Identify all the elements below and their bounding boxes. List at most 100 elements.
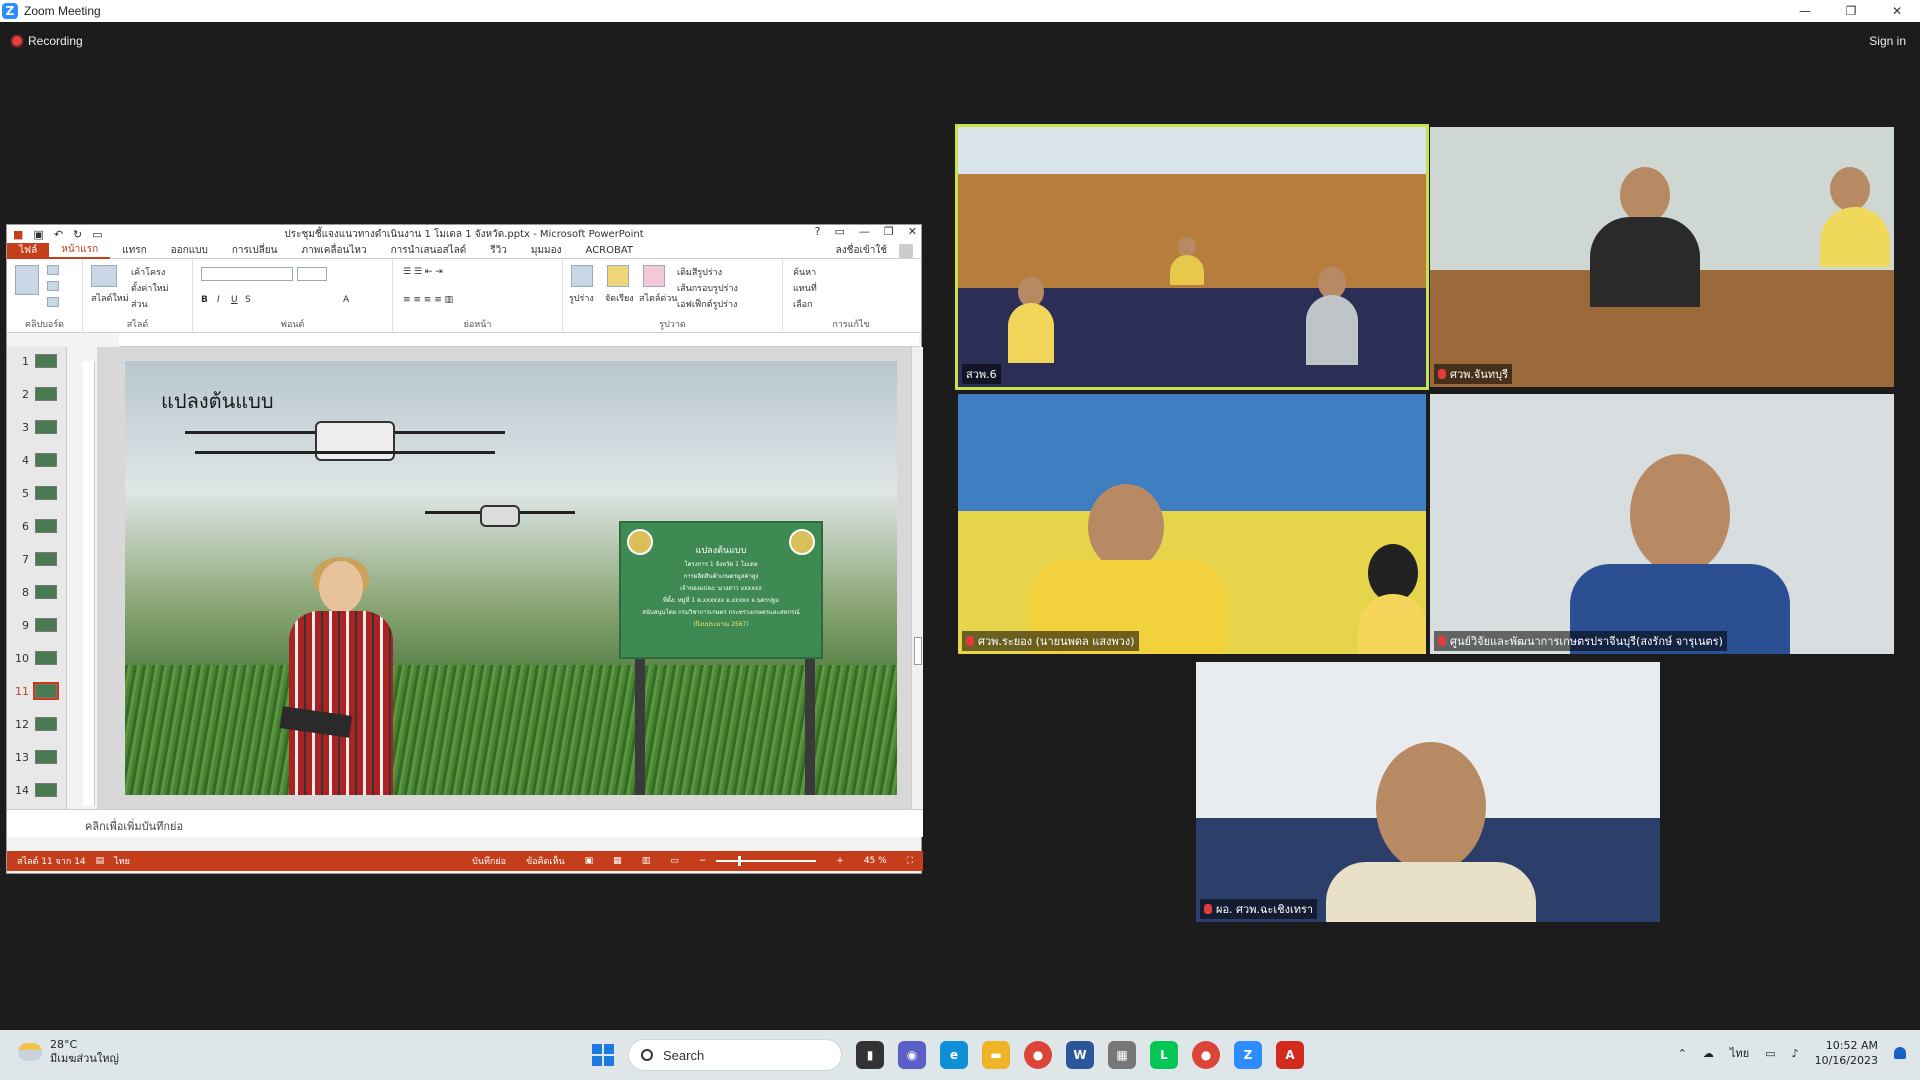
volume-icon[interactable]: ♪ <box>1792 1047 1799 1060</box>
shape-effects-button[interactable]: เอฟเฟ็กต์รูปร่าง <box>677 297 737 311</box>
weather-widget[interactable]: 28°C มีเมฆส่วนใหญ่ <box>18 1038 119 1066</box>
reading-view-icon[interactable]: ▥ <box>642 856 651 866</box>
slide-thumbnail[interactable]: 14 <box>11 780 63 800</box>
shapes-button[interactable]: รูปร่าง <box>569 291 594 305</box>
slide-thumbnail[interactable]: 1 <box>11 351 63 371</box>
slide-thumbnail[interactable]: 8 <box>11 582 63 602</box>
acrobat-icon[interactable]: A <box>1276 1041 1304 1069</box>
arrange-button[interactable]: จัดเรียง <box>605 291 634 305</box>
start-button[interactable] <box>592 1044 614 1066</box>
slide-thumbnail-active[interactable]: 11 <box>11 681 63 701</box>
taskbar-search[interactable]: Search <box>628 1039 842 1071</box>
align-buttons[interactable]: ≡ ≡ ≡ ≡ ▥ <box>403 295 453 305</box>
language-indicator[interactable]: ไทย <box>1730 1044 1749 1062</box>
tab-review[interactable]: รีวิว <box>478 243 519 258</box>
zoom-level[interactable]: 45 % <box>864 856 887 866</box>
tab-transitions[interactable]: การเปลี่ยน <box>220 243 290 258</box>
slide-thumbnail[interactable]: 9 <box>11 615 63 635</box>
sign-in-link[interactable]: ลงชื่อเข้าใช้ <box>824 243 899 258</box>
underline-button[interactable]: U <box>231 295 238 305</box>
ppt-restore-button[interactable]: ❐ <box>884 225 894 238</box>
ppt-close-button[interactable]: ✕ <box>908 225 917 238</box>
scrollbar-thumb[interactable] <box>914 637 922 665</box>
quick-styles-button[interactable]: สไตล์ด่วน <box>639 291 677 305</box>
video-tile[interactable]: ศูนย์วิจัยและพัฒนาการเกษตรปราจีนบุรี(สงร… <box>1430 394 1894 654</box>
copy-icon[interactable] <box>47 281 59 291</box>
slide-thumbnail[interactable]: 6 <box>11 516 63 536</box>
paste-icon[interactable] <box>15 265 39 295</box>
teams-chat-icon[interactable]: ◉ <box>898 1041 926 1069</box>
network-icon[interactable]: ▭ <box>1765 1047 1775 1060</box>
reset-button[interactable]: ตั้งค่าใหม่ <box>131 281 169 295</box>
slide-thumbnail[interactable]: 12 <box>11 714 63 734</box>
video-tile[interactable]: ศวพ.จันทบุรี <box>1430 127 1894 387</box>
slide-thumbnail[interactable]: 13 <box>11 747 63 767</box>
language-indicator[interactable]: ไทย <box>114 854 130 868</box>
comments-button[interactable]: ข้อคิดเห็น <box>526 854 565 868</box>
normal-view-icon[interactable]: ▣ <box>585 856 594 866</box>
word-icon[interactable]: W <box>1066 1041 1094 1069</box>
help-icon[interactable]: ? <box>815 225 821 238</box>
tab-slideshow[interactable]: การนำเสนอสไลด์ <box>379 243 479 258</box>
tab-animations[interactable]: ภาพเคลื่อนไหว <box>290 243 379 258</box>
select-button[interactable]: เลือก <box>793 297 812 311</box>
recording-indicator[interactable]: Recording <box>12 34 83 48</box>
find-button[interactable]: ค้นหา <box>793 265 816 279</box>
tab-file[interactable]: ไฟล์ <box>7 242 50 259</box>
network-app-icon[interactable]: ▦ <box>1108 1041 1136 1069</box>
slide-thumbnail[interactable]: 5 <box>11 483 63 503</box>
close-button[interactable]: ✕ <box>1874 0 1920 22</box>
slideshow-icon[interactable]: ▭ <box>670 856 679 866</box>
arrange-icon[interactable] <box>607 265 629 287</box>
video-tile[interactable]: ศวพ.ระยอง (นายนพดล แสงพวง) <box>958 394 1426 654</box>
tab-home[interactable]: หน้าแรก <box>49 243 111 259</box>
zoom-in-button[interactable]: + <box>836 856 844 866</box>
slide-thumbnail[interactable]: 7 <box>11 549 63 569</box>
zoom-app-icon[interactable]: Z <box>1234 1041 1262 1069</box>
user-avatar[interactable] <box>899 243 913 258</box>
font-color-button[interactable]: A <box>343 295 349 305</box>
sign-in-button[interactable]: Sign in <box>1869 34 1906 48</box>
font-name-select[interactable] <box>201 267 293 281</box>
section-button[interactable]: ส่วน <box>131 297 148 311</box>
slide-thumbnail[interactable]: 3 <box>11 417 63 437</box>
clock[interactable]: 10:52 AM 10/16/2023 <box>1815 1038 1878 1068</box>
maximize-button[interactable]: ❐ <box>1828 0 1874 22</box>
chrome-profile-icon[interactable]: ● <box>1192 1041 1220 1069</box>
zoom-out-button[interactable]: − <box>699 856 707 866</box>
new-slide-button[interactable]: สไลด์ใหม่ <box>91 291 129 305</box>
notes-button[interactable]: บันทึกย่อ <box>472 854 506 868</box>
zoom-slider[interactable] <box>716 856 817 866</box>
ribbon-display-icon[interactable]: ▭ <box>835 225 845 238</box>
new-slide-icon[interactable] <box>91 265 117 287</box>
spellcheck-icon[interactable]: ▤ <box>96 856 105 866</box>
tab-view[interactable]: มุมมอง <box>519 243 574 258</box>
bold-button[interactable]: B <box>201 295 208 305</box>
current-slide[interactable]: แปลงต้นแบบ แปลงต้นแบบ โครงการ 1 จังหวัด … <box>125 361 897 795</box>
font-size-select[interactable] <box>297 267 327 281</box>
slide-sorter-icon[interactable]: ▦ <box>613 856 622 866</box>
minimize-button[interactable]: — <box>1782 0 1828 22</box>
italic-button[interactable]: I <box>217 295 220 305</box>
tray-expand-icon[interactable]: ⌃ <box>1678 1047 1687 1060</box>
task-view-icon[interactable]: ▮ <box>856 1041 884 1069</box>
slide-thumbnail[interactable]: 4 <box>11 450 63 470</box>
bullets-button[interactable]: ☰ ☰ ⇤ ⇥ <box>403 267 443 277</box>
edge-browser-icon[interactable]: e <box>940 1041 968 1069</box>
ppt-minimize-button[interactable]: — <box>859 225 870 238</box>
file-explorer-icon[interactable]: ▬ <box>982 1041 1010 1069</box>
shapes-icon[interactable] <box>571 265 593 287</box>
video-tile[interactable]: ผอ. ศวพ.ฉะเชิงเทรา <box>1196 662 1660 922</box>
slide-thumbnail[interactable]: 2 <box>11 384 63 404</box>
notification-icon[interactable] <box>1894 1047 1906 1059</box>
line-app-icon[interactable]: L <box>1150 1041 1178 1069</box>
onedrive-icon[interactable]: ☁ <box>1703 1047 1714 1060</box>
chrome-icon[interactable]: ● <box>1024 1041 1052 1069</box>
shape-fill-button[interactable]: เติมสีรูปร่าง <box>677 265 722 279</box>
replace-button[interactable]: แทนที่ <box>793 281 817 295</box>
slide-scrollbar[interactable] <box>911 347 923 809</box>
fit-slide-icon[interactable]: ⛶ <box>907 856 913 866</box>
tab-design[interactable]: ออกแบบ <box>159 243 220 258</box>
notes-pane[interactable]: คลิกเพื่อเพิ่มบันทึกย่อ <box>7 809 923 837</box>
format-painter-icon[interactable] <box>47 297 59 307</box>
